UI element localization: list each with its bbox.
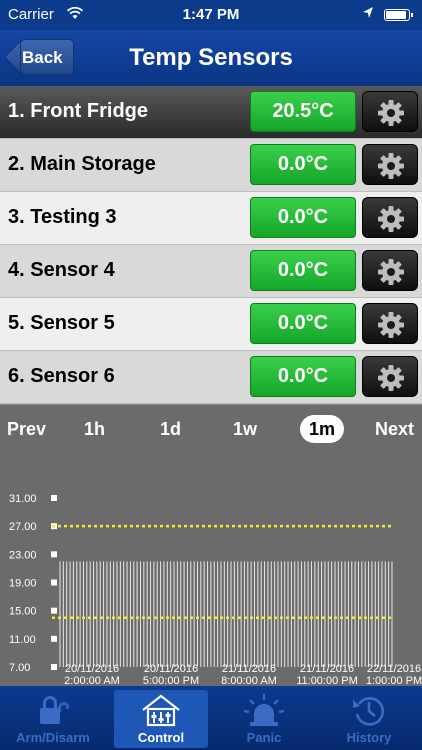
gear-icon: [378, 365, 404, 391]
settings-button[interactable]: [362, 144, 418, 185]
gear-icon: [378, 206, 404, 232]
y-tick-marker: [51, 495, 57, 501]
page-title: Temp Sensors: [129, 44, 293, 71]
tab-control[interactable]: Control: [114, 690, 208, 748]
sensor-name: 2. Main Storage: [8, 153, 156, 175]
sensor-row[interactable]: 5. Sensor 5 0.0°C: [0, 298, 422, 351]
y-tick-marker: [51, 551, 57, 558]
x-tick-date: 22/11/2016: [367, 663, 421, 675]
location-arrow-icon: [362, 6, 374, 24]
battery-icon: [384, 9, 413, 21]
temperature-button[interactable]: 0.0°C: [250, 250, 356, 291]
y-tick-label: 11.00: [9, 634, 36, 646]
temperature-button[interactable]: 20.5°C: [250, 91, 356, 132]
gear-icon: [378, 312, 404, 338]
temperature-button[interactable]: 0.0°C: [250, 303, 356, 344]
sensor-row[interactable]: 2. Main Storage 0.0°C: [0, 139, 422, 192]
next-button[interactable]: Next: [375, 419, 414, 440]
history-clock-icon: [353, 697, 385, 726]
y-tick-label: 31.00: [9, 493, 37, 505]
x-tick-date: 21/11/2016: [222, 663, 276, 675]
settings-button[interactable]: [362, 303, 418, 344]
settings-button[interactable]: [362, 197, 418, 238]
temperature-chart: 31.00 27.00 23.00 19.00 15.00 11.00 7.00 20/11/…: [9, 493, 422, 687]
sensor-list: 1. Front Fridge 20.5°C 2. Main Storage 0…: [0, 86, 422, 404]
gear-icon: [378, 259, 404, 285]
y-tick-marker: [51, 607, 57, 614]
range-1w-button[interactable]: 1w: [233, 419, 257, 440]
y-tick-label: 15.00: [9, 606, 37, 618]
navigation-bar: Back Temp Sensors: [0, 30, 422, 86]
alarm-light-icon: [243, 694, 285, 726]
temperature-button[interactable]: 0.0°C: [250, 144, 356, 185]
tab-label: Control: [137, 730, 185, 745]
tab-label: History: [346, 730, 392, 745]
settings-button[interactable]: [362, 91, 418, 132]
range-1d-button[interactable]: 1d: [160, 419, 181, 440]
lock-icon: [40, 696, 69, 724]
tab-label: Panic: [246, 730, 282, 745]
temperature-button[interactable]: 0.0°C: [250, 356, 356, 397]
sensor-name: 5. Sensor 5: [8, 312, 115, 334]
y-tick-marker: [51, 635, 57, 642]
sensor-row[interactable]: 6. Sensor 6 0.0°C: [0, 351, 422, 404]
tab-history[interactable]: History: [322, 690, 416, 748]
prev-button[interactable]: Prev: [7, 419, 46, 440]
range-1m-button[interactable]: 1m: [300, 415, 344, 443]
sensor-row[interactable]: 3. Testing 3 0.0°C: [0, 192, 422, 245]
sensor-name: 6. Sensor 6: [8, 365, 115, 387]
time-range-selector: Prev 1h 1d 1w 1m Next: [0, 413, 422, 445]
sensor-name: 4. Sensor 4: [8, 259, 115, 281]
clock-label: 1:47 PM: [182, 6, 240, 23]
y-tick-label: 23.00: [9, 549, 37, 561]
settings-button[interactable]: [362, 250, 418, 291]
tab-label: Arm/Disarm: [16, 730, 90, 745]
sensor-name: 1. Front Fridge: [8, 100, 148, 122]
y-tick-label: 7.00: [9, 662, 30, 674]
temperature-chart-panel: Prev 1h 1d 1w 1m Next 31.00 27.00 23.00 19.…: [0, 404, 422, 687]
sensor-row[interactable]: 1. Front Fridge 20.5°C: [0, 86, 422, 139]
status-bar: Carrier 1:47 PM: [0, 0, 422, 30]
y-tick-label: 27.00: [9, 521, 37, 533]
sensor-name: 3. Testing 3: [8, 206, 117, 228]
y-tick-marker: [51, 579, 57, 586]
settings-button[interactable]: [362, 356, 418, 397]
temperature-button[interactable]: 0.0°C: [250, 197, 356, 238]
y-tick-marker: [51, 664, 57, 670]
range-1h-button[interactable]: 1h: [84, 419, 105, 440]
tab-panic[interactable]: Panic: [217, 690, 311, 748]
gear-icon: [378, 100, 404, 126]
sensor-row[interactable]: 4. Sensor 4 0.0°C: [0, 245, 422, 298]
tab-bar: Arm/Disarm Control Panic History: [0, 686, 422, 750]
house-control-icon: [142, 694, 180, 727]
x-tick-date: 20/11/2016: [65, 663, 119, 675]
tab-arm-disarm[interactable]: Arm/Disarm: [6, 690, 100, 748]
x-tick-date: 20/11/2016: [144, 663, 198, 675]
gear-icon: [378, 153, 404, 179]
x-tick-date: 21/11/2016: [300, 663, 354, 675]
y-tick-label: 19.00: [9, 578, 37, 590]
